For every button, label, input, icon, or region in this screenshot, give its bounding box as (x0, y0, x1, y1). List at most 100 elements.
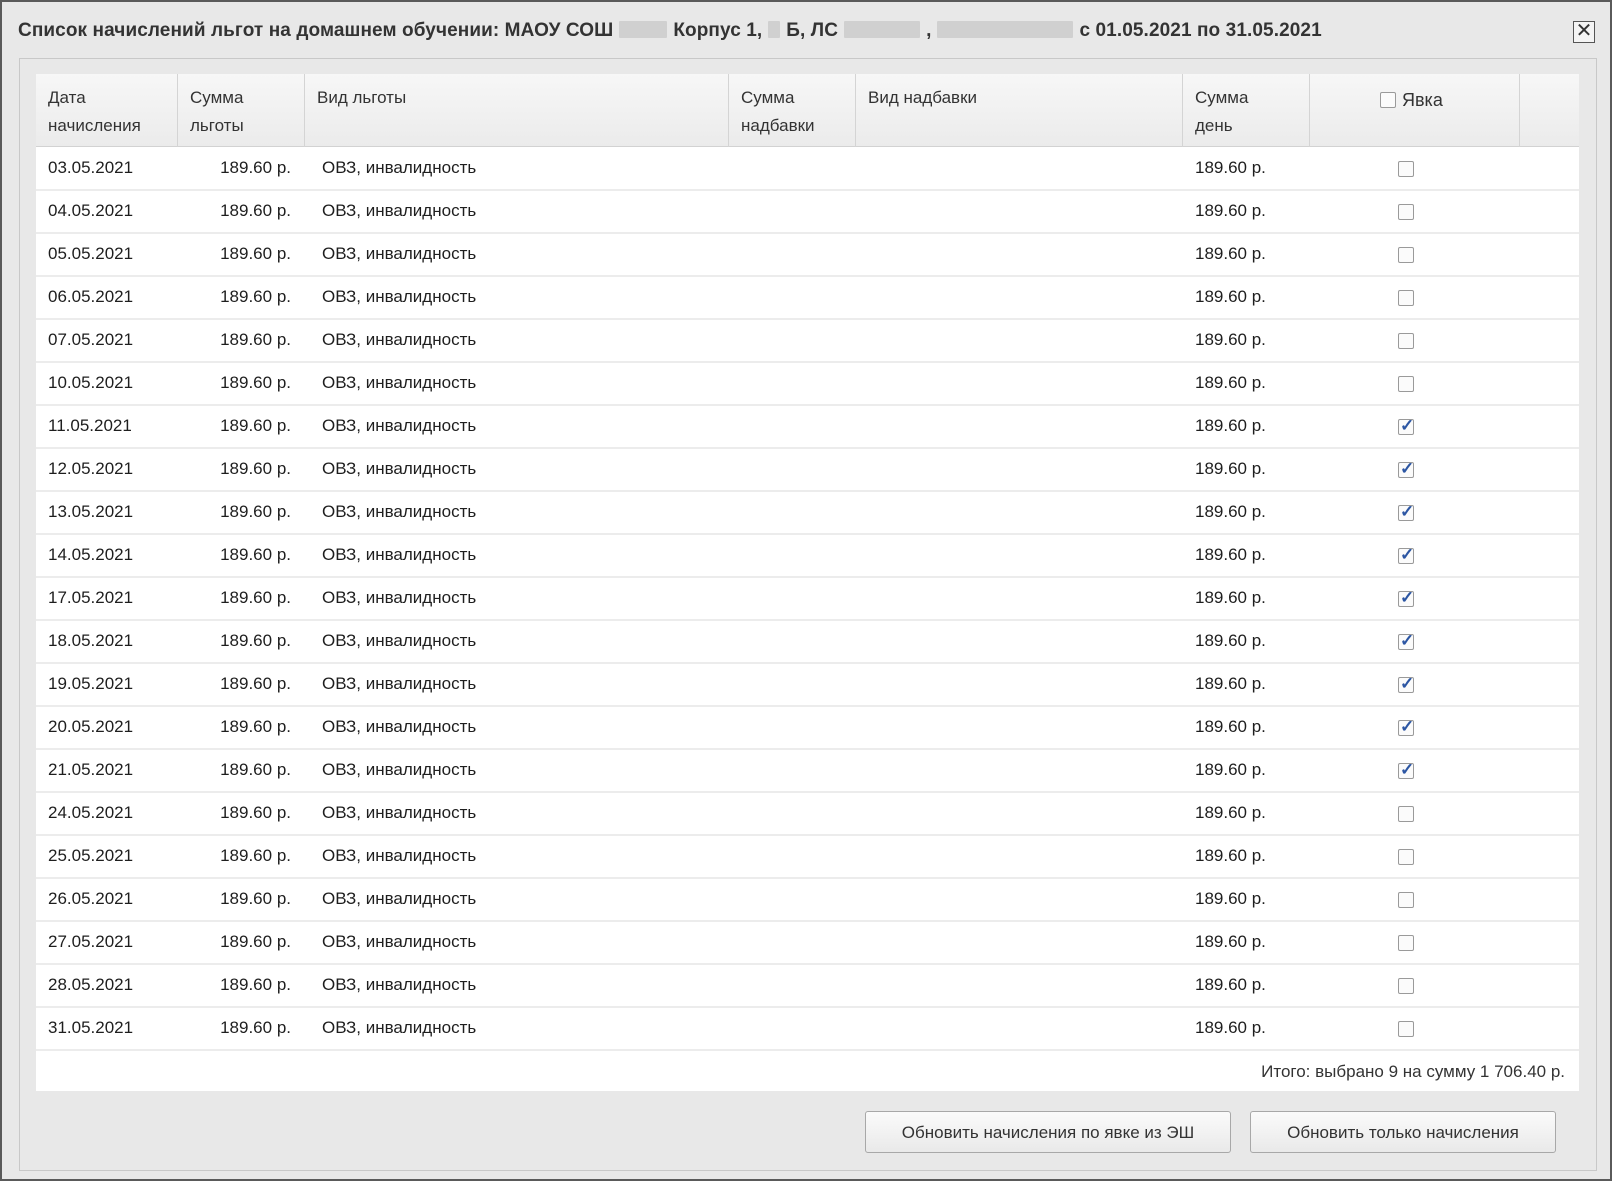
row-benefit-type: ОВЗ, инвалидность (322, 416, 477, 435)
table-row[interactable]: 14.05.2021 189.60 р. ОВЗ, инвалидность 189.… (36, 535, 1579, 578)
row-day-sum: 189.60 р. (1195, 545, 1266, 564)
column-header-date[interactable]: Дата начисления (36, 74, 178, 147)
row-date: 07.05.2021 (48, 330, 134, 349)
page-edge (1612, 0, 1616, 1185)
attendance-checkbox[interactable] (1398, 631, 1414, 651)
attendance-checkbox[interactable] (1398, 416, 1414, 436)
column-header-surcharge-type[interactable]: Вид надбавки (856, 74, 1183, 147)
row-day-sum: 189.60 р. (1195, 201, 1266, 220)
row-benefit-type: ОВЗ, инвалидность (322, 631, 477, 650)
attendance-header: Явка (1380, 90, 1443, 111)
table-row[interactable]: 31.05.2021 189.60 р. ОВЗ, инвалидность 189.… (36, 1008, 1579, 1051)
column-header-surcharge-type-line1: Вид надбавки (868, 88, 978, 107)
row-benefit-sum: 189.60 р. (220, 244, 291, 263)
attendance-checkbox[interactable] (1398, 459, 1414, 479)
title-part-building: Корпус 1, (673, 20, 763, 41)
table-row[interactable]: 24.05.2021 189.60 р. ОВЗ, инвалидность 189.… (36, 793, 1579, 836)
row-date: 13.05.2021 (48, 502, 134, 521)
column-header-benefit-sum[interactable]: Сумма льготы (178, 74, 305, 147)
table-row[interactable]: 05.05.2021 189.60 р. ОВЗ, инвалидность 189.… (36, 234, 1579, 277)
table-row[interactable]: 18.05.2021 189.60 р. ОВЗ, инвалидность 189.… (36, 621, 1579, 664)
table-row[interactable]: 03.05.2021 189.60 р. ОВЗ, инвалидность 189.… (36, 148, 1579, 191)
attendance-header-label: Явка (1402, 90, 1443, 110)
update-by-attendance-button[interactable]: Обновить начисления по явке из ЭШ (865, 1111, 1231, 1153)
table-row[interactable]: 25.05.2021 189.60 р. ОВЗ, инвалидность 189.… (36, 836, 1579, 879)
row-day-sum: 189.60 р. (1195, 373, 1266, 392)
attendance-checkbox[interactable] (1398, 977, 1414, 994)
column-header-surcharge-sum-line2: надбавки (741, 116, 815, 135)
table-row[interactable]: 04.05.2021 189.60 р. ОВЗ, инвалидность 189.… (36, 191, 1579, 234)
attendance-checkbox[interactable] (1398, 332, 1414, 349)
row-date: 12.05.2021 (48, 459, 134, 478)
attendance-checkbox[interactable] (1398, 934, 1414, 951)
attendance-checkbox[interactable] (1398, 289, 1414, 306)
row-day-sum: 189.60 р. (1195, 717, 1266, 736)
row-day-sum: 189.60 р. (1195, 760, 1266, 779)
close-icon[interactable]: ✕ (1573, 21, 1595, 43)
total-summary: Итого: выбрано 9 на сумму 1 706.40 р. (1261, 1062, 1565, 1081)
row-day-sum: 189.60 р. (1195, 158, 1266, 177)
attendance-checkbox[interactable] (1398, 160, 1414, 177)
attendance-checkbox[interactable] (1398, 375, 1414, 392)
row-attendance-cell (1398, 459, 1414, 479)
attendance-checkbox[interactable] (1398, 848, 1414, 865)
table-row[interactable]: 28.05.2021 189.60 р. ОВЗ, инвалидность 189.… (36, 965, 1579, 1008)
attendance-checkbox[interactable] (1398, 502, 1414, 522)
column-header-day-sum-line1: Сумма (1195, 88, 1249, 107)
column-header-filler (1520, 74, 1579, 147)
attendance-checkbox[interactable] (1398, 760, 1414, 780)
accruals-grid: Дата начисления Сумма льготы Вид льготы … (36, 74, 1579, 1091)
row-day-sum: 189.60 р. (1195, 588, 1266, 607)
attendance-checkbox[interactable] (1398, 674, 1414, 694)
redacted-class-number (768, 21, 781, 38)
row-attendance-cell (1398, 545, 1414, 565)
row-benefit-sum: 189.60 р. (220, 545, 291, 564)
attendance-checkbox[interactable] (1398, 891, 1414, 908)
table-row[interactable]: 19.05.2021 189.60 р. ОВЗ, инвалидность 189.… (36, 664, 1579, 707)
row-date: 14.05.2021 (48, 545, 134, 564)
row-attendance-cell (1398, 158, 1414, 178)
table-row[interactable]: 13.05.2021 189.60 р. ОВЗ, инвалидность 189.… (36, 492, 1579, 535)
select-all-checkbox[interactable] (1380, 92, 1396, 108)
row-benefit-sum: 189.60 р. (220, 158, 291, 177)
attendance-checkbox[interactable] (1398, 717, 1414, 737)
row-benefit-type: ОВЗ, инвалидность (322, 846, 477, 865)
table-row[interactable]: 17.05.2021 189.60 р. ОВЗ, инвалидность 189.… (36, 578, 1579, 621)
row-benefit-type: ОВЗ, инвалидность (322, 545, 477, 564)
row-day-sum: 189.60 р. (1195, 244, 1266, 263)
table-row[interactable]: 06.05.2021 189.60 р. ОВЗ, инвалидность 189.… (36, 277, 1579, 320)
row-day-sum: 189.60 р. (1195, 1018, 1266, 1037)
row-date: 31.05.2021 (48, 1018, 134, 1037)
row-attendance-cell (1398, 846, 1414, 866)
table-row[interactable]: 27.05.2021 189.60 р. ОВЗ, инвалидность 189.… (36, 922, 1579, 965)
row-day-sum: 189.60 р. (1195, 975, 1266, 994)
table-row[interactable]: 21.05.2021 189.60 р. ОВЗ, инвалидность 189.… (36, 750, 1579, 793)
table-row[interactable]: 20.05.2021 189.60 р. ОВЗ, инвалидность 189.… (36, 707, 1579, 750)
column-header-benefit-type[interactable]: Вид льготы (305, 74, 729, 147)
table-row[interactable]: 07.05.2021 189.60 р. ОВЗ, инвалидность 189.… (36, 320, 1579, 363)
row-day-sum: 189.60 р. (1195, 889, 1266, 908)
attendance-checkbox[interactable] (1398, 588, 1414, 608)
attendance-checkbox[interactable] (1398, 203, 1414, 220)
row-date: 06.05.2021 (48, 287, 134, 306)
row-day-sum: 189.60 р. (1195, 287, 1266, 306)
table-row[interactable]: 10.05.2021 189.60 р. ОВЗ, инвалидность 189.… (36, 363, 1579, 406)
update-accruals-only-button[interactable]: Обновить только начисления (1250, 1111, 1556, 1153)
table-row[interactable]: 11.05.2021 189.60 р. ОВЗ, инвалидность 189.… (36, 406, 1579, 449)
attendance-checkbox[interactable] (1398, 246, 1414, 263)
table-row[interactable]: 26.05.2021 189.60 р. ОВЗ, инвалидность 189.… (36, 879, 1579, 922)
row-benefit-sum: 189.60 р. (220, 502, 291, 521)
attendance-checkbox[interactable] (1398, 1020, 1414, 1037)
row-benefit-type: ОВЗ, инвалидность (322, 717, 477, 736)
attendance-checkbox[interactable] (1398, 805, 1414, 822)
column-header-day-sum[interactable]: Сумма день (1183, 74, 1310, 147)
row-attendance-cell (1398, 932, 1414, 952)
column-header-surcharge-sum[interactable]: Сумма надбавки (729, 74, 856, 147)
row-day-sum: 189.60 р. (1195, 674, 1266, 693)
row-date: 05.05.2021 (48, 244, 134, 263)
row-benefit-sum: 189.60 р. (220, 846, 291, 865)
row-day-sum: 189.60 р. (1195, 416, 1266, 435)
attendance-checkbox[interactable] (1398, 545, 1414, 565)
table-row[interactable]: 12.05.2021 189.60 р. ОВЗ, инвалидность 189.… (36, 449, 1579, 492)
row-date: 24.05.2021 (48, 803, 134, 822)
